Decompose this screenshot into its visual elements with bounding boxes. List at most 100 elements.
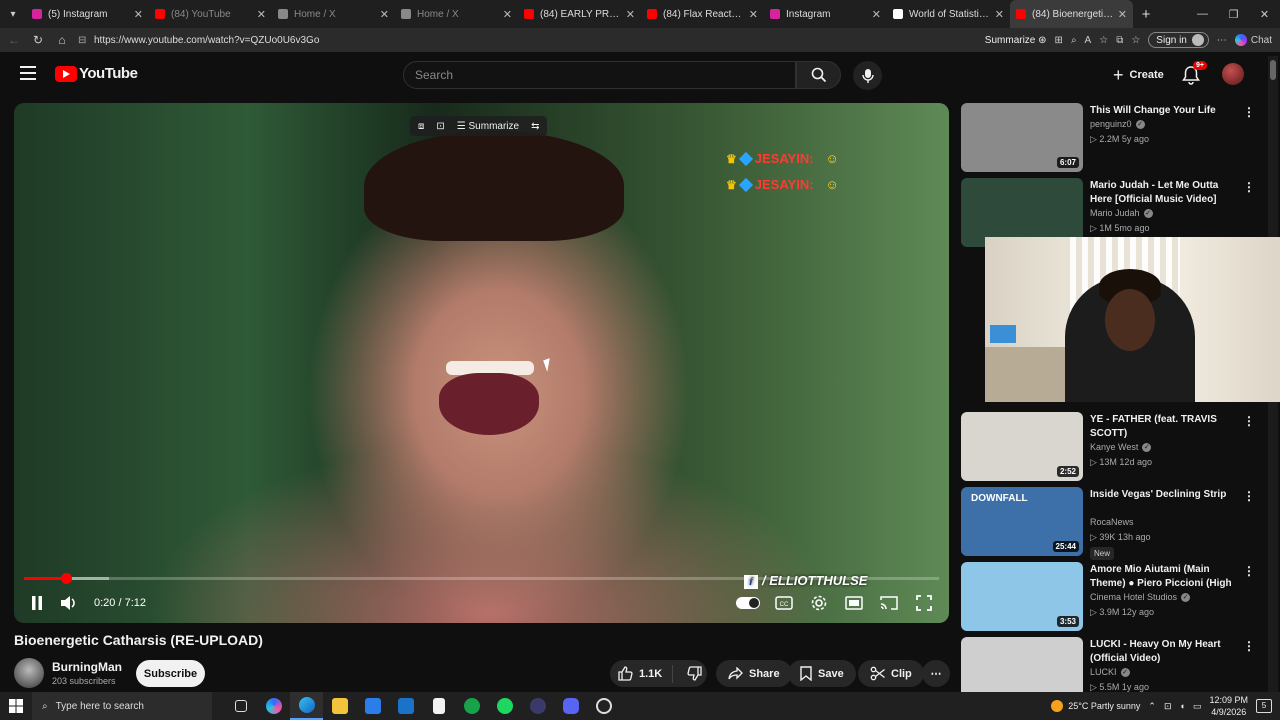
create-button[interactable]: + Create (1101, 61, 1176, 89)
recommended-video[interactable]: 3:53 Amore Mio Aiutami (Main Theme) ● Pie… (960, 562, 1260, 632)
translate-icon[interactable]: ⇆ (531, 121, 539, 132)
voice-search-button[interactable] (853, 61, 882, 90)
menu-icon[interactable] (20, 66, 36, 80)
recommended-channel[interactable]: Mario Judah ✓ (1090, 208, 1153, 218)
youtube-logo[interactable]: YouTube (55, 65, 138, 82)
video-thumbnail[interactable]: 2:52 (961, 412, 1083, 481)
browser-tab[interactable]: (84) EARLY PREVIEW: Th ✕ (518, 0, 641, 28)
scrubber-handle[interactable] (61, 573, 73, 584)
clip-button[interactable]: Clip (858, 660, 924, 687)
video-player[interactable]: ⧈ ⊡ ☰ Summarize ⇆ ♛ JESAYIN: ☺ ♛ JESAYIN:… (14, 103, 949, 623)
subscribe-button[interactable]: Subscribe (136, 660, 205, 687)
video-thumbnail[interactable]: DOWNFALL 25:44 (961, 487, 1083, 556)
home-icon[interactable]: ⌂ (50, 33, 74, 47)
restore-icon[interactable]: ❐ (1218, 0, 1249, 28)
browser-tab[interactable]: (84) Flax Reacts To RIDIC ✕ (641, 0, 764, 28)
network-icon[interactable]: ⊡ (1164, 701, 1172, 712)
recommended-video[interactable]: 6:07 This Will Change Your Life penguinz0 ✓… (960, 103, 1260, 173)
copilot-chat-button[interactable]: Chat (1234, 34, 1272, 46)
browser-tab[interactable]: (84) Bioenergetic C ✕ (1010, 0, 1133, 28)
cast-icon[interactable] (878, 592, 900, 614)
sign-in-button[interactable]: Sign in (1148, 32, 1209, 48)
browser-tab[interactable]: Home / X ✕ (395, 0, 518, 28)
site-info-icon[interactable]: ⊟ (78, 35, 88, 46)
close-tab-icon[interactable]: ✕ (380, 8, 389, 21)
more-vertical-icon[interactable]: ⋮ (1243, 489, 1255, 503)
minimize-icon[interactable]: — (1187, 0, 1218, 28)
notification-center-icon[interactable]: 5 (1256, 699, 1272, 713)
browser-tab[interactable]: (84) YouTube ✕ (149, 0, 272, 28)
refresh-icon[interactable]: ↻ (26, 33, 50, 47)
more-vertical-icon[interactable]: ⋮ (1243, 564, 1255, 578)
discord-icon[interactable] (554, 692, 587, 720)
close-tab-icon[interactable]: ✕ (749, 8, 758, 21)
close-window-icon[interactable]: ✕ (1249, 0, 1280, 28)
more-vertical-icon[interactable]: ⋮ (1243, 639, 1255, 653)
favorite-star-icon[interactable]: ☆ (1099, 35, 1108, 46)
close-tab-icon[interactable]: ✕ (872, 8, 881, 21)
recommended-video[interactable]: 2:52 YE - FATHER (feat. TRAVIS SCOTT) Kany… (960, 412, 1260, 482)
recommended-channel[interactable]: LUCKI ✓ (1090, 667, 1130, 677)
recommended-title[interactable]: Inside Vegas' Declining Strip (1090, 488, 1240, 502)
dislike-button[interactable] (679, 666, 710, 681)
recommended-title[interactable]: This Will Change Your Life (1090, 104, 1240, 118)
obs-icon[interactable] (587, 692, 620, 720)
recommended-channel[interactable]: Cinema Hotel Studios ✓ (1090, 592, 1191, 602)
settings-icon[interactable] (808, 592, 830, 614)
close-tab-icon[interactable]: ✕ (995, 8, 1004, 21)
close-tab-icon[interactable]: ✕ (503, 8, 512, 21)
browser-tab[interactable]: Instagram ✕ (764, 0, 887, 28)
recommended-title[interactable]: YE - FATHER (feat. TRAVIS SCOTT) (1090, 413, 1240, 441)
favorites-icon[interactable]: ☆ (1131, 35, 1140, 46)
autoplay-toggle[interactable] (736, 597, 760, 609)
edge-browser-icon[interactable] (290, 692, 323, 720)
system-clock[interactable]: 12:09 PM 4/9/2026 (1209, 694, 1248, 718)
close-tab-icon[interactable]: ✕ (257, 8, 266, 21)
battery-icon[interactable]: ▭ (1193, 701, 1202, 712)
close-tab-icon[interactable]: ✕ (626, 8, 635, 21)
back-icon[interactable]: ← (2, 33, 26, 47)
recommended-title[interactable]: LUCKI - Heavy On My Heart (Official Vide… (1090, 638, 1240, 666)
more-vertical-icon[interactable]: ⋮ (1243, 414, 1255, 428)
url-field[interactable]: ⊟ https://www.youtube.com/watch?v=QZUo0U… (78, 31, 958, 49)
file-explorer-icon[interactable] (323, 692, 356, 720)
browser-tab[interactable]: (5) Instagram ✕ (26, 0, 149, 28)
recommended-channel[interactable]: Kanye West ✓ (1090, 442, 1152, 452)
tray-overflow-icon[interactable]: ⌃ (1148, 701, 1156, 712)
recommended-title[interactable]: Amore Mio Aiutami (Main Theme) ● Piero P… (1090, 563, 1240, 591)
pause-icon[interactable] (30, 595, 44, 611)
subtitles-icon[interactable]: CC (773, 592, 795, 614)
recommended-title[interactable]: Mario Judah - Let Me Outta Here [Officia… (1090, 179, 1240, 207)
recommended-channel[interactable]: RocaNews (1090, 517, 1134, 527)
video-progress-bar[interactable] (24, 573, 939, 584)
volume-tray-icon[interactable]: ◖ (1180, 701, 1185, 711)
scrollbar-thumb[interactable] (1270, 60, 1276, 80)
more-options-icon[interactable]: ⋯ (1217, 35, 1227, 46)
app-available-icon[interactable]: ⊞ (1055, 35, 1063, 46)
video-thumbnail[interactable]: 3:53 (961, 562, 1083, 631)
save-button[interactable]: Save (788, 660, 856, 687)
search-input[interactable]: Search (403, 61, 796, 89)
weather-widget[interactable]: 25°C Partly sunny (1051, 700, 1140, 712)
notepad-icon[interactable] (422, 692, 455, 720)
close-tab-icon[interactable]: ✕ (1118, 8, 1127, 21)
xbox-icon[interactable] (455, 692, 488, 720)
start-button[interactable] (0, 692, 32, 720)
media-app-icon[interactable] (521, 692, 554, 720)
zoom-icon[interactable]: ⌕ (1071, 35, 1077, 46)
video-thumbnail[interactable]: 6:07 (961, 103, 1083, 172)
close-tab-icon[interactable]: ✕ (134, 8, 143, 21)
browser-tab[interactable]: World of Statistics on X ✕ (887, 0, 1010, 28)
extensions-icon[interactable]: ⧉ (1116, 35, 1123, 46)
more-vertical-icon[interactable]: ⋮ (1243, 105, 1255, 119)
summarize-button[interactable]: Summarize ⊛ (985, 35, 1047, 46)
spotify-icon[interactable] (488, 692, 521, 720)
outlook-icon[interactable] (389, 692, 422, 720)
more-actions-button[interactable]: ⋯ (922, 660, 950, 687)
volume-icon[interactable] (60, 595, 78, 611)
picture-in-picture-icon[interactable]: ⧈ (418, 121, 424, 132)
task-view-icon[interactable] (224, 692, 257, 720)
video-summarize-button[interactable]: ☰ Summarize (457, 121, 519, 132)
search-button[interactable] (796, 61, 841, 89)
fullscreen-icon[interactable] (913, 592, 935, 614)
